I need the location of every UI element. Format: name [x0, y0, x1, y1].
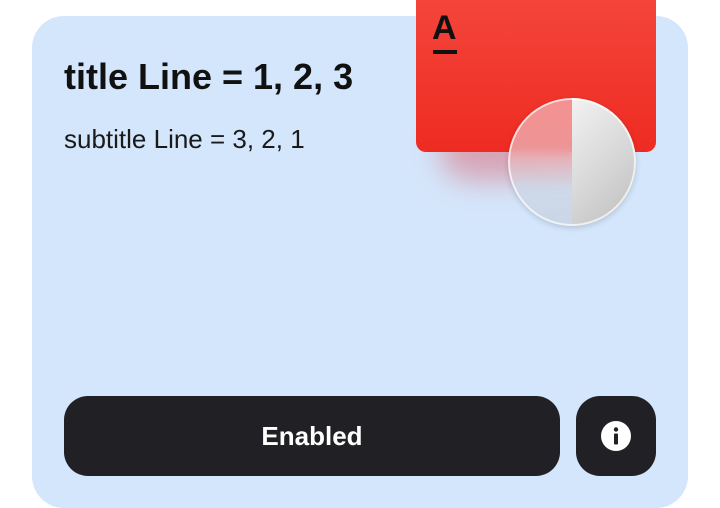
card-subtitle: subtitle Line = 3, 2, 1 [64, 124, 305, 154]
enabled-button[interactable]: Enabled [64, 396, 560, 476]
info-button[interactable] [576, 396, 656, 476]
info-icon [601, 421, 631, 451]
card-title: title Line = 1, 2, 3 [64, 56, 354, 97]
card: title Line = 1, 2, 3 subtitle Line = 3, … [32, 16, 688, 508]
